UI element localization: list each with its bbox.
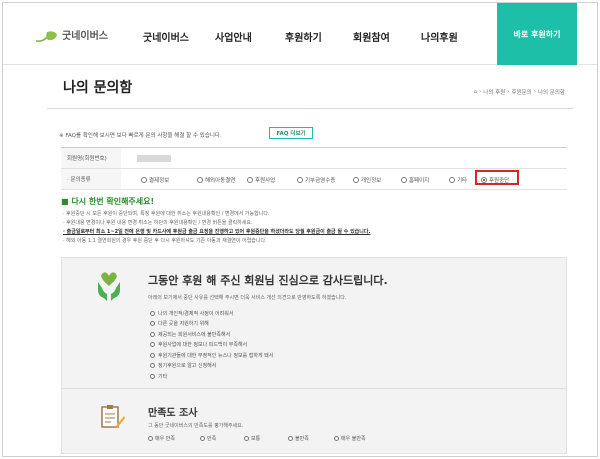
page-title: 나의 문의함 — [63, 80, 133, 96]
survey-clipboard-icon — [98, 404, 126, 430]
radio-icon[interactable] — [401, 177, 407, 183]
title-bar: 나의 문의함 ⌂ › 나의 후원 › 후원문의 › 나의 문의함 — [47, 65, 573, 109]
breadcrumb-item[interactable]: 나의 후원 — [483, 88, 505, 96]
radio-icon[interactable] — [150, 342, 155, 348]
nav-item-donate[interactable]: 후원하기 — [285, 29, 322, 44]
faq-more-button[interactable]: FAQ 더보기 — [269, 127, 313, 139]
logo-leaf-icon — [35, 28, 59, 42]
nav-item-my-support[interactable]: 나의후원 — [421, 29, 458, 44]
inquiry-type-etc[interactable]: 기타 — [449, 176, 467, 184]
rating-neutral[interactable]: 보통 — [244, 435, 260, 442]
radio-icon[interactable] — [150, 331, 155, 337]
notice-title: ■ 다시 한번 확인해주세요! — [61, 197, 155, 206]
reason-option[interactable]: 기타 — [150, 371, 273, 382]
radio-icon[interactable] — [353, 177, 359, 183]
radio-icon[interactable] — [247, 177, 253, 183]
radio-icon[interactable] — [150, 352, 155, 358]
inquiry-type-overseas-child[interactable]: 해외아동결연 — [197, 176, 235, 184]
reason-option[interactable]: 다른 곳을 지원하기 위해 — [150, 319, 273, 330]
radio-icon[interactable] — [197, 177, 203, 183]
name-label: 회원명(회원번호) — [61, 148, 121, 168]
rating-very-dissatisfied[interactable]: 매우 불만족 — [334, 435, 366, 442]
breadcrumb-item: 나의 문의함 — [537, 90, 565, 96]
logo-text: 굿네이버스 — [62, 31, 108, 42]
section-divider — [62, 388, 566, 389]
radio-icon[interactable] — [449, 177, 455, 183]
breadcrumb: ⌂ › 나의 후원 › 후원문의 › 나의 문의함 — [473, 88, 565, 96]
radio-icon[interactable] — [141, 177, 147, 183]
page-frame: 굿네이버스 굿네이버스 사업안내 후원하기 회원참여 나의후원 바로 후원하기 … — [2, 2, 598, 457]
reason-option[interactable]: 제공되는 회원서비스에 불만족해서 — [150, 329, 273, 340]
survey-subtitle: 그 동안 굿네이버스의 만족도를 평가해주세요. — [148, 423, 244, 429]
radio-icon[interactable] — [150, 321, 155, 327]
radio-icon[interactable] — [297, 177, 303, 183]
member-name-value — [137, 155, 171, 162]
selection-highlight-box — [475, 170, 519, 185]
notice-item: · 후원중단 시 모든 후원이 중단되며, 특정 후원에 대한 취소는 후원내용… — [63, 211, 270, 217]
logo[interactable]: 굿네이버스 — [35, 27, 108, 42]
survey-title: 만족도 조사 — [148, 408, 198, 419]
donate-now-button[interactable]: 바로 후원하기 — [497, 3, 577, 65]
thanks-title: 그동안 후원 해 주신 회원님 진심으로 감사드립니다. — [148, 274, 388, 287]
breadcrumb-item[interactable]: 후원문의 — [511, 88, 531, 96]
radio-icon[interactable] — [148, 436, 153, 441]
site-header: 굿네이버스 굿네이버스 사업안내 후원하기 회원참여 나의후원 바로 후원하기 — [3, 3, 597, 65]
nav-item-business[interactable]: 사업안내 — [215, 29, 252, 44]
reason-option[interactable]: 정기후원으로 알고 신청해서 — [150, 361, 273, 372]
radio-icon[interactable] — [150, 363, 155, 369]
radio-icon[interactable] — [334, 436, 339, 441]
heart-hands-icon — [96, 272, 122, 302]
rating-satisfied[interactable]: 만족 — [200, 435, 216, 442]
notice-bullet-icon: ■ — [61, 197, 72, 206]
radio-icon[interactable] — [150, 373, 155, 379]
notice-item: · 해외 아동 1:1 결연회원의 경우 후원 중단 후 다시 후원하셔도 기존… — [63, 238, 267, 244]
rating-very-satisfied[interactable]: 매우 만족 — [148, 435, 175, 442]
faq-notice: ※ FAQ를 확인해 보시면 보다 빠르게 문의 사항을 해결 할 수 있습니다… — [59, 133, 222, 139]
inquiry-type-label: · 문의종류 — [61, 169, 121, 189]
home-icon[interactable]: ⌂ — [474, 89, 478, 95]
inquiry-type-project[interactable]: 후원사업 — [247, 176, 275, 184]
inquiry-type-receipt[interactable]: 기부금영수증 — [297, 176, 335, 184]
notice-item-warning: · 출금일로부터 최소 1~2일 전에 은행 및 카드사에 후원금 출금 요청을… — [63, 229, 371, 235]
radio-icon[interactable] — [150, 310, 155, 316]
stop-reason-list: 나의 개인적/경제적 사정이 어려워서 다른 곳을 지원하기 위해 제공되는 회… — [150, 308, 273, 382]
inquiry-type-homepage[interactable]: 홈페이지 — [401, 176, 429, 184]
reason-option[interactable]: 나의 개인적/경제적 사정이 어려워서 — [150, 308, 273, 319]
stop-reason-panel: 그동안 후원 해 주신 회원님 진심으로 감사드립니다. 아래의 보기에서 중단… — [61, 257, 567, 454]
radio-icon[interactable] — [200, 436, 205, 441]
notice-item: · 후원내용 변경이나 후원 내용 변경 취소는 하단의 후원내용확인 / 변경… — [63, 220, 253, 226]
name-row: 회원명(회원번호) — [61, 148, 567, 169]
notice-list: · 후원중단 시 모든 후원이 중단되며, 특정 후원에 대한 취소는 후원내용… — [63, 210, 370, 246]
nav-item-goodneighbors[interactable]: 굿네이버스 — [143, 29, 189, 44]
thanks-subtitle: 아래의 보기에서 중단 사유를 선택해 주시면 더욱 서비스 개선 의견으로 반… — [148, 295, 347, 301]
inquiry-type-payment[interactable]: 결제정보 — [141, 176, 169, 184]
reason-option[interactable]: 후원기관들에 대한 부정적인 뉴스나 정보를 접하게 돼서 — [150, 350, 273, 361]
inquiry-type-privacy[interactable]: 개인정보 — [353, 176, 381, 184]
nav-item-member[interactable]: 회원참여 — [353, 29, 390, 44]
radio-icon[interactable] — [288, 436, 293, 441]
rating-dissatisfied[interactable]: 불만족 — [288, 435, 309, 442]
reason-option[interactable]: 후원사업에 대한 정보나 피드백이 부족해서 — [150, 340, 273, 351]
radio-icon[interactable] — [244, 436, 249, 441]
